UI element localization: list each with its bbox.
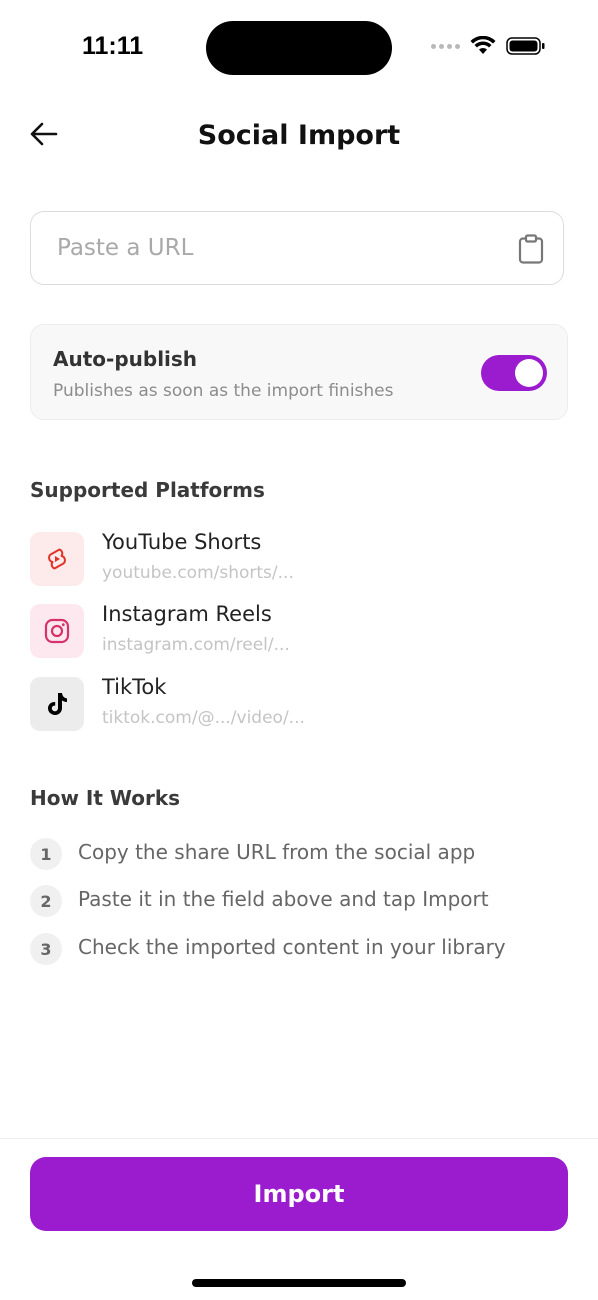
platform-url: youtube.com/shorts/...: [102, 563, 294, 583]
auto-publish-card: Auto-publish Publishes as soon as the im…: [30, 324, 568, 420]
auto-publish-title: Auto-publish: [53, 347, 198, 371]
supported-platforms-heading: Supported Platforms: [30, 478, 265, 502]
platform-item-tiktok: TikTok tiktok.com/@.../video/...: [30, 675, 570, 731]
step-text: Copy the share URL from the social app: [78, 840, 476, 864]
home-indicator[interactable]: [192, 1279, 406, 1287]
tiktok-icon: [30, 677, 84, 731]
paste-button[interactable]: [517, 234, 545, 264]
platform-name: YouTube Shorts: [102, 530, 262, 554]
footer-divider: [0, 1138, 598, 1139]
step-number: 2: [30, 885, 62, 917]
url-input[interactable]: [57, 212, 497, 284]
platform-url: tiktok.com/@.../video/...: [102, 708, 305, 728]
platform-url: instagram.com/reel/...: [102, 635, 290, 655]
step-number: 3: [30, 933, 62, 965]
clipboard-icon: [518, 234, 544, 264]
step-text: Paste it in the field above and tap Impo…: [78, 887, 489, 911]
battery-icon: [506, 37, 545, 55]
youtube-shorts-icon: [30, 532, 84, 586]
auto-publish-subtitle: Publishes as soon as the import finishes: [53, 381, 394, 401]
platform-item-instagram-reels: Instagram Reels instagram.com/reel/...: [30, 602, 570, 658]
step-item: 1 Copy the share URL from the social app: [30, 838, 570, 870]
platform-item-youtube-shorts: YouTube Shorts youtube.com/shorts/...: [30, 530, 570, 586]
status-icons: [431, 36, 546, 56]
platform-name: TikTok: [102, 675, 167, 699]
url-field: [30, 211, 564, 285]
instagram-icon: [30, 604, 84, 658]
import-button[interactable]: Import: [30, 1157, 568, 1231]
status-time: 11:11: [82, 32, 144, 60]
auto-publish-toggle[interactable]: [481, 355, 547, 391]
step-item: 2 Paste it in the field above and tap Im…: [30, 885, 570, 917]
dynamic-island: [206, 21, 392, 75]
page-title: Social Import: [197, 120, 401, 151]
step-item: 3 Check the imported content in your lib…: [30, 933, 570, 965]
platform-name: Instagram Reels: [102, 602, 272, 626]
wifi-icon: [470, 36, 496, 54]
toggle-knob: [515, 359, 543, 387]
step-number: 1: [30, 838, 62, 870]
how-it-works-heading: How It Works: [30, 786, 181, 810]
cellular-signal-icon: [431, 43, 460, 49]
step-text: Check the imported content in your libra…: [78, 935, 506, 959]
